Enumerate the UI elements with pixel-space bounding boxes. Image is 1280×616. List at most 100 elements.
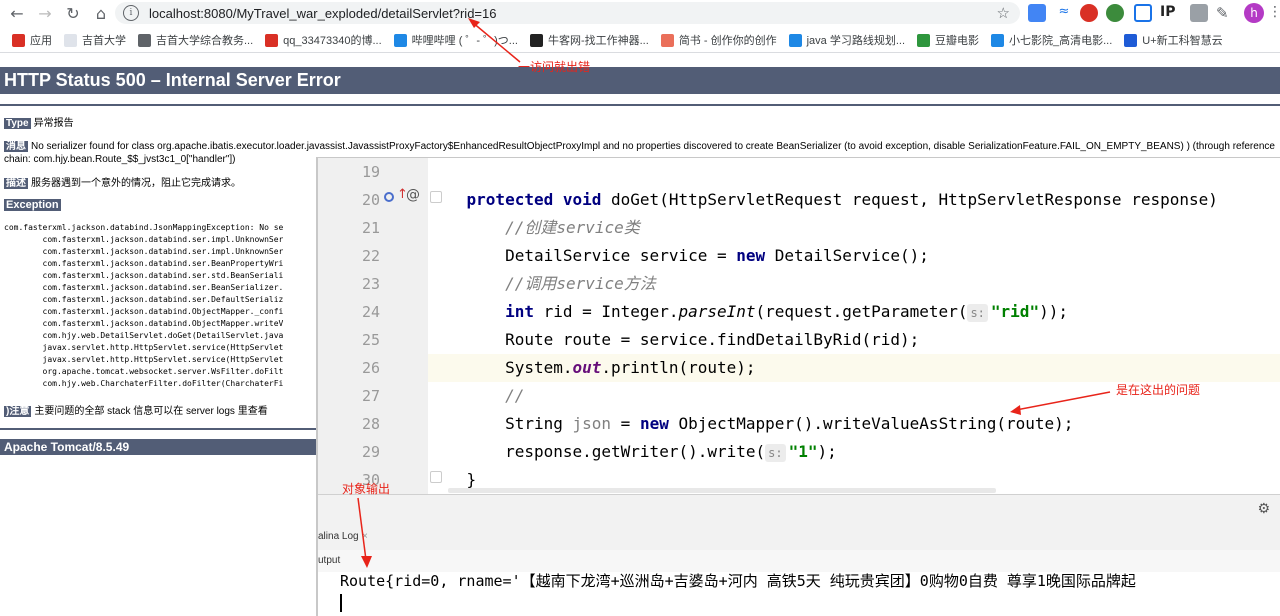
globe-extension-icon[interactable] bbox=[1106, 4, 1124, 22]
ip-extension-icon[interactable]: IP bbox=[1160, 4, 1178, 22]
bookmark-label: 简书 - 创作你的创作 bbox=[678, 35, 777, 47]
bookmark-favicon-icon bbox=[529, 33, 543, 47]
stack-line: com.fasterxml.jackson.databind.ser.impl.… bbox=[4, 247, 284, 256]
puzzle-extension-icon[interactable]: ✎ bbox=[1216, 4, 1234, 22]
bookmark-item[interactable]: 简书 - 创作你的创作 bbox=[660, 32, 777, 48]
stack-line: com.fasterxml.jackson.databind.JsonMappi… bbox=[4, 223, 284, 232]
output-label[interactable]: utput bbox=[318, 555, 340, 566]
bookmark-label: U+新工科智慧云 bbox=[1142, 35, 1223, 47]
info-icon[interactable]: i bbox=[123, 5, 139, 21]
forward-icon[interactable]: → bbox=[34, 3, 56, 25]
stack-trace: com.fasterxml.jackson.databind.JsonMappi… bbox=[4, 222, 283, 390]
bookmark-label: 哔哩哔哩 ( ゜- ゜)つ... bbox=[411, 35, 518, 47]
home-icon[interactable]: ⌂ bbox=[90, 3, 112, 25]
bookmark-label: qq_33473340的博... bbox=[283, 35, 382, 47]
type-row: Type 异常报告 bbox=[4, 117, 74, 130]
bookmark-item[interactable]: 豆瓣电影 bbox=[917, 32, 979, 48]
annotation-problem-here: 是在这出的问题 bbox=[1116, 383, 1201, 397]
bookmark-item[interactable]: 应用 bbox=[12, 32, 52, 48]
annotation-at-icon: @ bbox=[406, 187, 420, 203]
line-number: 22 bbox=[361, 247, 380, 265]
message-line-1: No serializer found for class org.apache… bbox=[31, 141, 1275, 152]
text-cursor bbox=[340, 594, 342, 612]
bookmark-item[interactable]: qq_33473340的博... bbox=[265, 32, 382, 48]
bookmark-favicon-icon bbox=[265, 33, 279, 47]
description-row: 描述 服务器遇到一个意外的情况，阻止它完成请求。 bbox=[4, 177, 241, 190]
type-label: Type bbox=[4, 118, 31, 129]
bookmarks-bar: 应用 吉首大学 吉首大学综合教务... qq_33473340的博... 哔哩哔哩 ( … bbox=[0, 28, 1280, 53]
address-bar[interactable]: i localhost:8080/MyTravel_war_exploded/d… bbox=[115, 2, 1020, 24]
stack-line: com.fasterxml.jackson.databind.ObjectMap… bbox=[4, 307, 284, 316]
bookmark-favicon-icon bbox=[393, 33, 407, 47]
stack-line: javax.servlet.http.HttpServlet.service(H… bbox=[4, 355, 284, 364]
adblock-extension-icon[interactable] bbox=[1080, 4, 1098, 22]
override-marker-icon[interactable] bbox=[384, 192, 394, 202]
divider bbox=[0, 104, 1280, 106]
bookmark-item[interactable]: 哔哩哔哩 ( ゜- ゜)つ... bbox=[393, 32, 518, 48]
close-icon[interactable]: × bbox=[362, 531, 368, 542]
horizontal-scrollbar[interactable] bbox=[448, 488, 996, 493]
gear-icon[interactable]: ⚙ bbox=[1257, 501, 1270, 517]
line-number: 29 bbox=[361, 443, 380, 461]
bookmark-item[interactable]: 牛客网-找工作神器... bbox=[529, 32, 649, 48]
bookmark-item[interactable]: 小七影院_高清电影... bbox=[991, 32, 1112, 48]
line-number: 23 bbox=[361, 275, 380, 293]
fold-marker-icon[interactable] bbox=[430, 471, 442, 483]
translate-extension-icon[interactable] bbox=[1028, 4, 1046, 22]
note-row: )注意 主要问题的全部 stack 信息可以在 server logs 里查看 bbox=[4, 405, 268, 418]
reload-icon[interactable]: ↻ bbox=[62, 3, 84, 25]
code-line[interactable]: response.getWriter().write(s: "1"); bbox=[428, 438, 1280, 466]
line-number: 27 bbox=[361, 387, 380, 405]
stack-line: com.fasterxml.jackson.databind.ser.BeanS… bbox=[4, 283, 284, 292]
stack-line: com.hjy.web.DetailServlet.doGet(DetailSe… bbox=[4, 331, 284, 340]
bookmark-label: 吉首大学综合教务... bbox=[156, 35, 254, 47]
description-label: 描述 bbox=[4, 178, 28, 189]
back-icon[interactable]: ← bbox=[6, 3, 28, 25]
note-label: )注意 bbox=[4, 406, 32, 417]
code-line[interactable]: //调用service方法 bbox=[428, 270, 1280, 298]
bookmark-label: 吉首大学 bbox=[82, 35, 126, 47]
run-panel-header: ⚙ bbox=[318, 494, 1280, 527]
profile-avatar[interactable]: h bbox=[1244, 3, 1264, 23]
bookmark-item[interactable]: 吉首大学 bbox=[64, 32, 126, 48]
code-line[interactable]: //创建service类 bbox=[428, 214, 1280, 242]
bookmark-label: 牛客网-找工作神器... bbox=[547, 35, 649, 47]
tab-catalina-log[interactable]: alina Log bbox=[318, 531, 359, 542]
code-line[interactable]: String json = new ObjectMapper().writeVa… bbox=[428, 410, 1280, 438]
bookmark-favicon-icon bbox=[917, 33, 930, 47]
code-editor[interactable]: protected void doGet(HttpServletRequest … bbox=[428, 158, 1280, 494]
line-number: 24 bbox=[361, 303, 380, 321]
code-line[interactable]: protected void doGet(HttpServletRequest … bbox=[428, 186, 1280, 214]
image-extension-icon[interactable] bbox=[1190, 4, 1208, 22]
code-line[interactable]: int rid = Integer.parseInt(request.getPa… bbox=[428, 298, 1280, 326]
code-line[interactable]: Route route = service.findDetailByRid(ri… bbox=[428, 326, 1280, 354]
bookmark-favicon-icon bbox=[64, 33, 77, 47]
line-number: 19 bbox=[361, 163, 380, 181]
stack-line: com.fasterxml.jackson.databind.ser.impl.… bbox=[4, 235, 284, 244]
bookmark-item[interactable]: java 学习路线规划... bbox=[788, 32, 905, 48]
stack-line: com.hjy.web.CharchaterFilter.doFilter(Ch… bbox=[4, 379, 284, 388]
fold-marker-icon[interactable] bbox=[430, 191, 442, 203]
bookmark-item[interactable]: 吉首大学综合教务... bbox=[138, 32, 253, 48]
note-value: 主要问题的全部 stack 信息可以在 server logs 里查看 bbox=[34, 406, 268, 417]
bookmark-favicon-icon bbox=[12, 33, 25, 47]
url-text: localhost:8080/MyTravel_war_exploded/det… bbox=[149, 5, 497, 21]
run-panel-tabs: alina Log × bbox=[318, 526, 1280, 551]
code-line[interactable] bbox=[428, 158, 1280, 186]
page-title: HTTP Status 500 – Internal Server Error bbox=[0, 67, 1280, 94]
code-line[interactable]: DetailService service = new DetailServic… bbox=[428, 242, 1280, 270]
output-section: utput bbox=[318, 550, 1280, 572]
code-line[interactable]: System.out.println(route); bbox=[428, 354, 1280, 382]
blue-extension-icon[interactable] bbox=[1134, 4, 1152, 22]
menu-icon[interactable]: ⋮ bbox=[1268, 4, 1280, 20]
stack-line: org.apache.tomcat.websocket.server.WsFil… bbox=[4, 367, 284, 376]
line-number: 21 bbox=[361, 219, 380, 237]
console-output: Route{rid=0, rname='【越南下龙湾+巡洲岛+吉婆岛+河内 高铁… bbox=[340, 572, 1136, 590]
type-value: 异常报告 bbox=[33, 118, 74, 129]
bookmark-star-icon[interactable]: ☆ bbox=[997, 4, 1010, 22]
bookmark-label: 豆瓣电影 bbox=[935, 35, 979, 47]
annotation-visit-error: 一访问就出错 bbox=[518, 60, 591, 74]
message-label: 消息 bbox=[4, 141, 28, 152]
bookmark-item[interactable]: U+新工科智慧云 bbox=[1124, 32, 1223, 48]
wifi-extension-icon[interactable]: ≈ bbox=[1055, 4, 1073, 22]
